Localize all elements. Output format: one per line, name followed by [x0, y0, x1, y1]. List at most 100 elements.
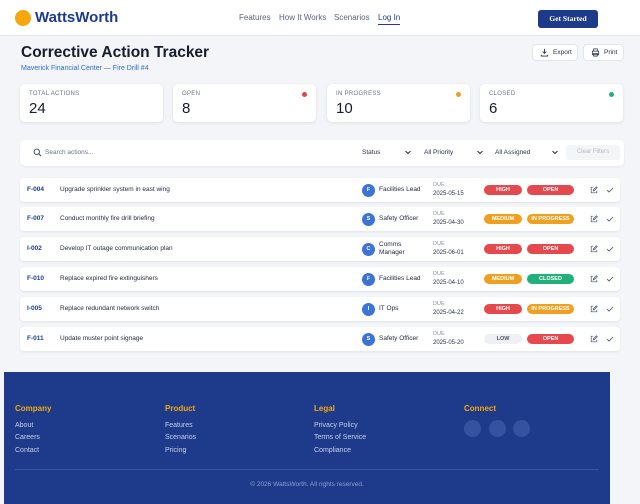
priority-badge: HIGH: [484, 304, 522, 314]
owner-name: Safety Officer: [379, 215, 419, 222]
stat-label: TOTAL ACTIONS: [29, 91, 80, 97]
assigned-select-value: All Assigned: [495, 149, 531, 156]
footer-link-about[interactable]: About: [15, 421, 33, 430]
action-title: Update muster point signage: [60, 335, 144, 342]
owner-name: Comms Manager: [379, 241, 405, 256]
print-button[interactable]: Print: [583, 44, 624, 61]
due-label: DUE: [433, 331, 445, 337]
chevron-down-icon: [552, 150, 558, 155]
due-date: 2025-05-15: [433, 191, 464, 197]
brand-name[interactable]: WattsWorth: [35, 10, 118, 26]
page-subtitle[interactable]: Maverick Financial Center — Fire Drill #…: [21, 64, 149, 73]
footer-divider: [15, 469, 599, 470]
priority-badge: LOW: [484, 334, 522, 344]
assigned-select[interactable]: All Assigned: [495, 148, 559, 157]
check-icon[interactable]: [606, 245, 614, 253]
owner-name: Safety Officer: [379, 335, 419, 342]
priority-select[interactable]: All Priority: [424, 148, 484, 157]
owner-name: Facilities Lead: [379, 275, 421, 282]
due-date: 2025-04-10: [433, 280, 464, 286]
stat-value: 6: [489, 100, 498, 117]
edit-icon[interactable]: [590, 335, 598, 343]
copyright: © 2026 WattsWorth. All rights reserved.: [250, 481, 364, 488]
stat-label: IN PROGRESS: [336, 91, 381, 97]
footer-link-contact[interactable]: Contact: [15, 446, 39, 455]
priority-badge: MEDIUM: [484, 274, 522, 284]
status-badge: CLOSED: [527, 274, 574, 284]
check-icon[interactable]: [606, 335, 614, 343]
action-title: Upgrade sprinkler system in east wing: [60, 186, 170, 193]
footer-link-compliance[interactable]: Compliance: [314, 446, 351, 455]
edit-icon[interactable]: [590, 215, 598, 223]
due-date: 2025-04-22: [433, 310, 464, 316]
stat-label: CLOSED: [489, 91, 516, 97]
nav-scenarios[interactable]: Scenarios: [334, 13, 370, 23]
check-icon[interactable]: [606, 186, 614, 194]
status-dot-icon: [456, 92, 461, 97]
footer-link-scenarios[interactable]: Scenarios: [165, 433, 196, 442]
status-badge: IN PROGRESS: [527, 304, 574, 314]
action-id[interactable]: I-002: [27, 245, 42, 253]
edit-icon[interactable]: [590, 275, 598, 283]
status-dot-icon: [609, 92, 614, 97]
avatar: F: [362, 184, 375, 197]
footer-heading-legal: Legal: [314, 404, 335, 413]
priority-badge: HIGH: [484, 185, 522, 195]
stat-label: OPEN: [182, 91, 201, 97]
table-row[interactable]: I-005 Replace redundant network switch I…: [20, 297, 620, 321]
due-date: 2025-05-20: [433, 340, 464, 346]
chevron-down-icon: [477, 150, 483, 155]
action-id[interactable]: F-007: [27, 215, 44, 223]
get-started-button[interactable]: Get Started: [538, 10, 598, 28]
table-row[interactable]: F-011 Update muster point signage S Safe…: [20, 327, 620, 351]
footer-link-features[interactable]: Features: [165, 421, 193, 430]
action-title: Replace expired fire extinguishers: [60, 275, 158, 282]
table-row[interactable]: I-002 Develop IT outage communication pl…: [20, 237, 620, 261]
top-nav: WattsWorth Features How It Works Scenari…: [0, 0, 640, 36]
due-label: DUE: [433, 271, 445, 277]
clear-filters-button[interactable]: Clear Filters: [566, 145, 620, 160]
avatar: I: [362, 303, 375, 316]
table-row[interactable]: F-004 Upgrade sprinkler system in east w…: [20, 178, 620, 202]
action-title: Replace redundant network switch: [60, 305, 160, 312]
due-label: DUE: [433, 211, 445, 217]
status-dot-icon: [302, 92, 307, 97]
stat-card-open: OPEN 8: [173, 84, 316, 122]
print-label: Print: [604, 49, 618, 56]
search-input[interactable]: [45, 145, 205, 160]
footer: Company About Careers Contact Product Fe…: [4, 372, 610, 504]
social-icon[interactable]: [464, 420, 481, 437]
nav-features[interactable]: Features: [239, 13, 271, 23]
action-id[interactable]: F-010: [27, 275, 44, 283]
status-badge: OPEN: [527, 185, 574, 195]
action-id[interactable]: F-011: [27, 335, 44, 343]
edit-icon[interactable]: [590, 245, 598, 253]
status-select[interactable]: Status: [362, 148, 412, 157]
export-label: Export: [553, 49, 572, 56]
footer-heading-company: Company: [15, 404, 52, 413]
footer-heading-connect: Connect: [464, 404, 496, 413]
edit-icon[interactable]: [590, 186, 598, 194]
table-row[interactable]: F-007 Conduct monthly fire drill briefin…: [20, 207, 620, 231]
footer-link-careers[interactable]: Careers: [15, 433, 40, 442]
social-icon[interactable]: [489, 420, 506, 437]
export-button[interactable]: Export: [532, 44, 578, 61]
social-icon[interactable]: [513, 420, 530, 437]
avatar: S: [362, 213, 375, 226]
check-icon[interactable]: [606, 215, 614, 223]
nav-login[interactable]: Log In: [378, 13, 401, 25]
check-icon[interactable]: [606, 275, 614, 283]
footer-link-pricing[interactable]: Pricing: [165, 446, 186, 455]
nav-how-it-works[interactable]: How It Works: [279, 13, 326, 23]
check-icon[interactable]: [606, 305, 614, 313]
due-date: 2025-06-01: [433, 250, 464, 256]
owner-name: Facilities Lead: [379, 186, 421, 193]
action-id[interactable]: I-005: [27, 305, 42, 313]
stat-value: 8: [182, 100, 191, 117]
footer-link-terms[interactable]: Terms of Service: [314, 433, 366, 442]
status-badge: OPEN: [527, 244, 574, 254]
edit-icon[interactable]: [590, 305, 598, 313]
action-id[interactable]: F-004: [27, 186, 44, 194]
table-row[interactable]: F-010 Replace expired fire extinguishers…: [20, 267, 620, 291]
footer-link-privacy[interactable]: Privacy Policy: [314, 421, 358, 430]
